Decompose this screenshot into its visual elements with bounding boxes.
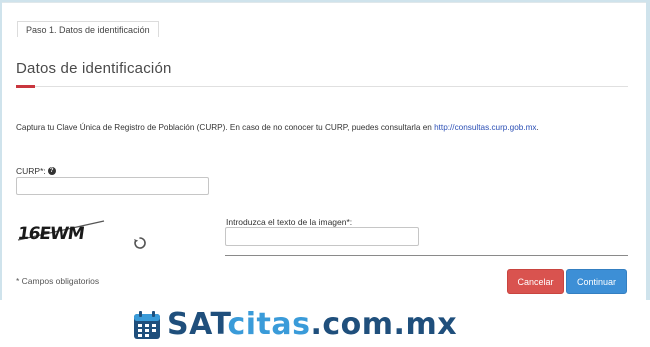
brand-logo: SATcitas.com.mx	[133, 306, 457, 344]
help-icon[interactable]: ?	[47, 167, 56, 175]
brand-sat: SAT	[167, 307, 228, 342]
section-title: Datos de identificación	[16, 60, 172, 77]
calendar-icon	[134, 311, 160, 339]
curp-consult-link[interactable]: http://consultas.curp.gob.mx	[434, 123, 536, 132]
instruction-tail: .	[536, 123, 539, 132]
curp-label: CURP*: ?	[16, 166, 56, 176]
title-accent	[16, 85, 35, 88]
captcha-input[interactable]	[225, 227, 419, 246]
curp-input[interactable]	[16, 177, 209, 195]
refresh-icon[interactable]	[133, 236, 147, 250]
continue-button[interactable]: Continuar	[566, 269, 627, 294]
brand-citas: citas	[227, 307, 311, 342]
brand-domain: .com.mx	[310, 307, 458, 342]
captcha-image: 16EWM	[16, 220, 105, 244]
step-tab[interactable]: Paso 1. Datos de identificación	[17, 21, 159, 37]
captcha-text: 16EWM	[16, 224, 85, 244]
captcha-divider	[225, 255, 628, 256]
instruction-body: Captura tu Clave Única de Registro de Po…	[16, 123, 435, 132]
title-divider	[16, 86, 628, 87]
required-fields-note: * Campos obligatorios	[16, 276, 100, 286]
captcha-label: Introduzca el texto de la imagen*:	[226, 217, 353, 227]
form-panel	[2, 2, 646, 301]
instruction-text: Captura tu Clave Única de Registro de Po…	[16, 123, 626, 132]
cancel-button[interactable]: Cancelar	[507, 269, 564, 294]
brand-wordmark: SATcitas.com.mx	[167, 306, 457, 344]
curp-label-text: CURP*:	[16, 166, 46, 176]
